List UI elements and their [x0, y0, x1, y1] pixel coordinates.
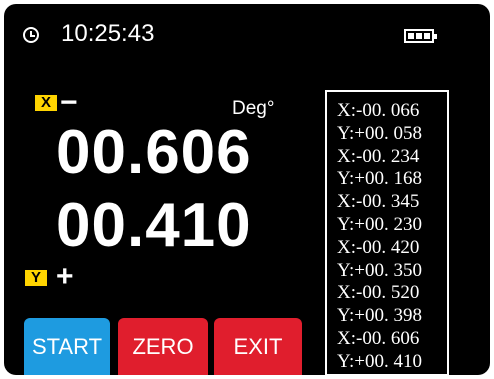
log-entry: X:-00. 520	[337, 282, 420, 304]
log-entry: X:-00. 345	[337, 191, 420, 213]
log-entry: Y:+00. 350	[337, 259, 422, 281]
device-screen: 10:25:43 X − Deg° 00.606 00.410 Y + STAR…	[4, 4, 490, 375]
log-entry: Y:+00. 168	[337, 168, 422, 190]
x-reading: 00.606	[56, 118, 252, 187]
log-entry: Y:+00. 410	[337, 350, 422, 372]
y-reading: 00.410	[56, 191, 252, 260]
log-entry: X:-00. 234	[337, 145, 420, 167]
y-axis-sign: +	[56, 260, 74, 293]
x-axis-sign: −	[60, 86, 78, 119]
log-entry: X:-00. 606	[337, 327, 420, 349]
status-time: 10:25:43	[61, 20, 155, 47]
y-axis-tag: Y	[25, 270, 47, 286]
zero-button[interactable]: ZERO	[118, 318, 208, 375]
x-axis-tag: X	[35, 95, 57, 111]
exit-button[interactable]: EXIT	[214, 318, 302, 375]
log-entry: X:-00. 420	[337, 236, 420, 258]
battery-full-icon	[404, 29, 437, 43]
log-entry: Y:+00. 058	[337, 122, 422, 144]
unit-label: Deg°	[232, 98, 275, 119]
log-entry: Y:+00. 230	[337, 213, 422, 235]
clock-icon	[23, 27, 39, 43]
reading-log: X:-00. 066 Y:+00. 058 X:-00. 234 Y:+00. …	[325, 90, 449, 375]
start-button[interactable]: START	[24, 318, 110, 375]
log-entry: X:-00. 066	[337, 100, 420, 121]
log-entry: Y:+00. 398	[337, 305, 422, 327]
